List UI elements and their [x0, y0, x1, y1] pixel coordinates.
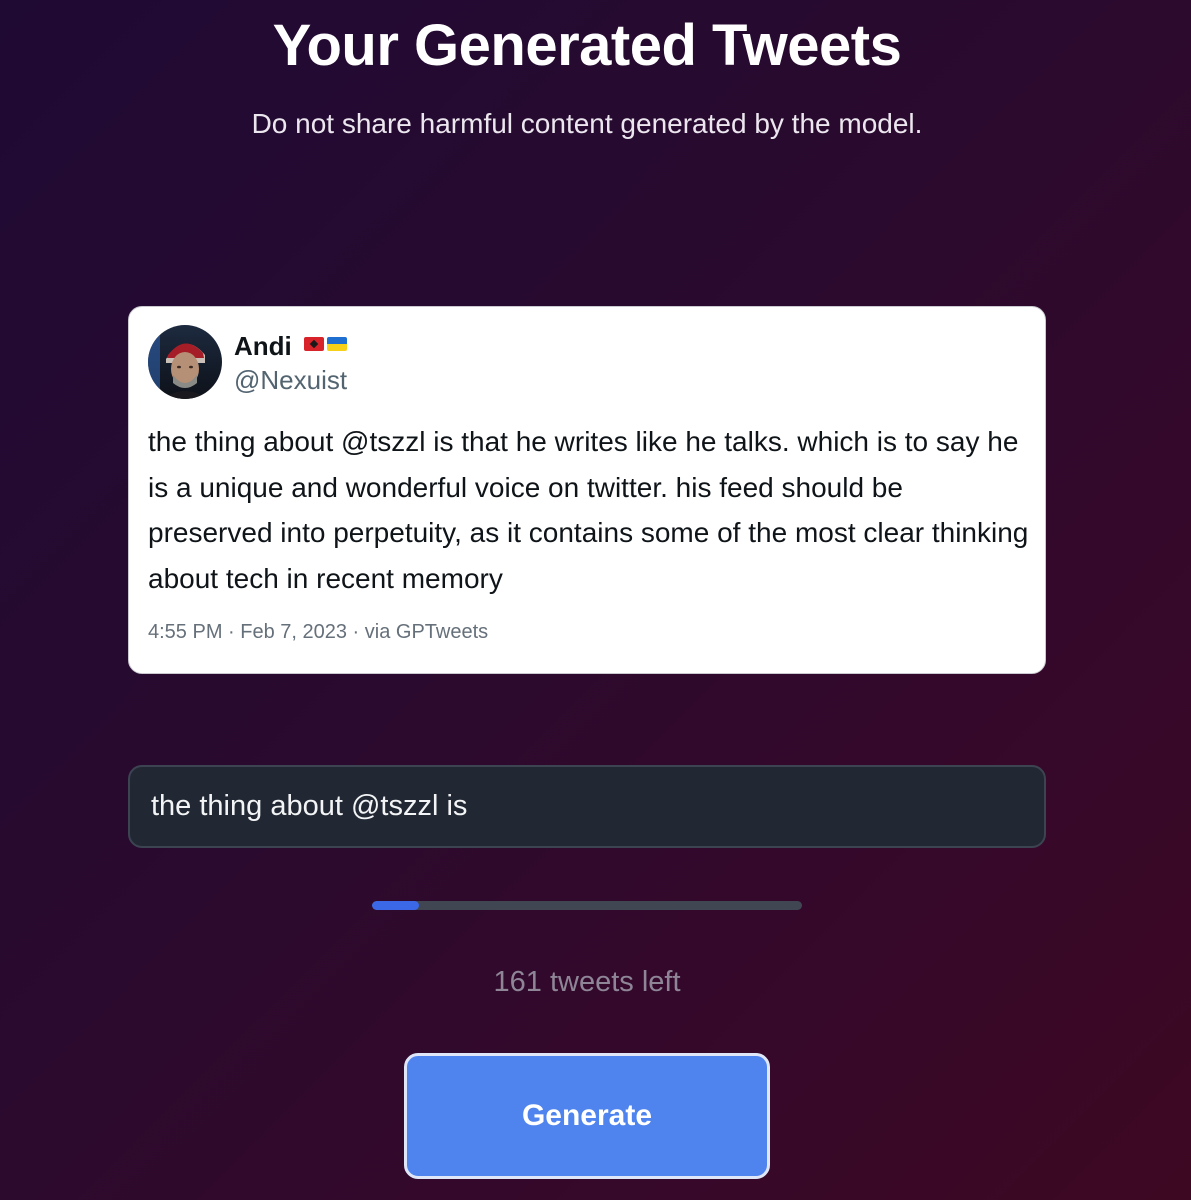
user-avatar-photo: [148, 325, 222, 399]
page-subtitle: Do not share harmful content generated b…: [251, 108, 923, 139]
usage-progress-fill: [372, 901, 420, 910]
tweet-author-name: Andi: [234, 331, 292, 361]
tweet-text: the thing about @tszzl is that he writes…: [148, 426, 1029, 594]
generated-tweet-card: Andi @Nexuist the thing about @tszzl is …: [128, 306, 1046, 674]
tweet-timestamp: 4:55 PM · Feb 7, 2023 · via GPTweets: [148, 621, 489, 643]
tweet-author-handle: @Nexuist: [234, 365, 348, 395]
tweets-left-count: 161 tweets left: [493, 966, 681, 998]
ukraine-flag-icon: [327, 337, 347, 351]
author-flags: [304, 337, 347, 351]
usage-progress-bar: [372, 901, 802, 910]
prompt-input[interactable]: [128, 765, 1046, 848]
page-title: Your Generated Tweets: [272, 13, 902, 78]
generate-button[interactable]: Generate: [404, 1053, 770, 1179]
albania-flag-icon: [304, 337, 324, 351]
avatar: [148, 325, 222, 399]
